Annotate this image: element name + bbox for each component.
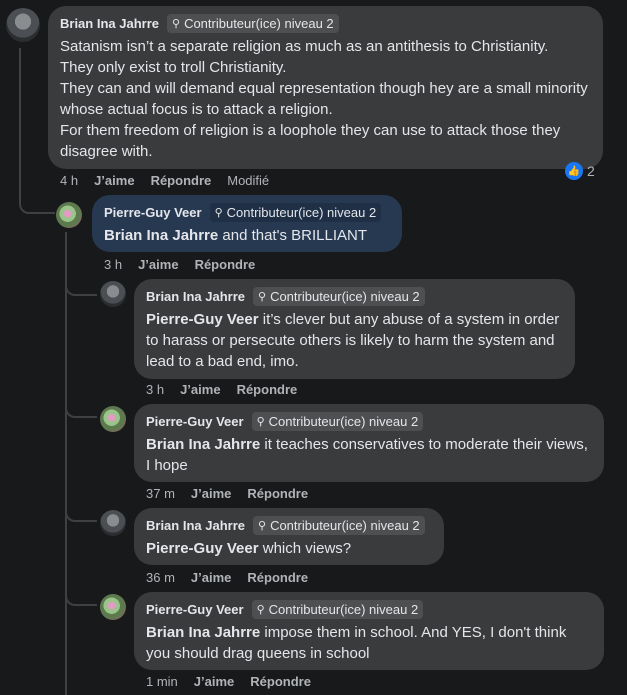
badge-icon: ⚲: [256, 604, 265, 616]
badge-label: Contributeur(ice) niveau 2: [226, 205, 377, 220]
comment-text: Pierre-Guy Veer which views?: [146, 538, 432, 559]
reply-button[interactable]: Répondre: [195, 257, 256, 272]
contributor-badge[interactable]: ⚲ Contributeur(ice) niveau 2: [253, 516, 425, 535]
badge-label: Contributeur(ice) niveau 2: [270, 289, 420, 304]
comment-actions: 1 min J’aime Répondre: [146, 674, 311, 689]
like-button[interactable]: J’aime: [194, 674, 234, 689]
comment-actions: 36 m J’aime Répondre: [146, 570, 308, 585]
mention-link[interactable]: Brian Ina Jahrre: [104, 227, 218, 244]
thread-connector: [65, 582, 97, 606]
comment-actions: 3 h J’aime Répondre: [104, 257, 255, 272]
comment-timestamp[interactable]: 3 h: [104, 257, 122, 272]
reply-button[interactable]: Répondre: [151, 173, 212, 188]
comment-actions: 3 h J’aime Répondre: [146, 382, 297, 397]
like-button[interactable]: J’aime: [94, 173, 134, 188]
comment-timestamp[interactable]: 4 h: [60, 173, 78, 188]
like-button[interactable]: J’aime: [138, 257, 178, 272]
thread-line-replies: [65, 232, 67, 695]
comment-author[interactable]: Brian Ina Jahrre: [146, 289, 245, 304]
comment-timestamp[interactable]: 1 min: [146, 674, 178, 689]
thread-connector: [19, 190, 55, 214]
reply-button[interactable]: Répondre: [247, 486, 308, 501]
thread-connector: [65, 270, 97, 296]
comment-text: Brian Ina Jahrre impose them in school. …: [146, 622, 592, 664]
comment-body: which views?: [258, 540, 352, 557]
mention-link[interactable]: Brian Ina Jahrre: [146, 436, 260, 453]
badge-label: Contributeur(ice) niveau 2: [268, 602, 419, 617]
comment-actions: 4 h J’aime Répondre Modifié: [60, 173, 269, 188]
mention-link[interactable]: Brian Ina Jahrre: [146, 624, 260, 641]
contributor-badge[interactable]: ⚲ Contributeur(ice) niveau 2: [209, 203, 382, 222]
comment-actions: 37 m J’aime Répondre: [146, 486, 308, 501]
like-button[interactable]: J’aime: [191, 486, 231, 501]
comment-bubble: Brian Ina Jahrre ⚲ Contributeur(ice) nive…: [134, 508, 444, 565]
contributor-badge[interactable]: ⚲ Contributeur(ice) niveau 2: [167, 14, 339, 33]
comment-bubble: Brian Ina Jahrre ⚲ Contributeur(ice) nive…: [134, 279, 575, 379]
comment-text: Satanism isn’t a separate religion as mu…: [60, 38, 588, 160]
avatar[interactable]: [100, 281, 126, 307]
mention-link[interactable]: Pierre-Guy Veer: [146, 540, 259, 557]
badge-icon: ⚲: [256, 416, 265, 428]
contributor-badge[interactable]: ⚲ Contributeur(ice) niveau 2: [253, 287, 425, 306]
thread-connector: [65, 390, 97, 418]
badge-icon: ⚲: [258, 291, 267, 303]
comment-text: Brian Ina Jahrre and that's BRILLIANT: [104, 225, 390, 246]
badge-icon: ⚲: [214, 207, 223, 219]
like-button[interactable]: J’aime: [180, 382, 220, 397]
mention-link[interactable]: Pierre-Guy Veer: [146, 311, 259, 328]
avatar[interactable]: [100, 406, 126, 432]
comment-bubble: Pierre-Guy Veer ⚲ Contributeur(ice) nivea…: [92, 195, 402, 252]
badge-label: Contributeur(ice) niveau 2: [184, 16, 334, 31]
badge-icon: ⚲: [172, 18, 181, 30]
comment-bubble: Pierre-Guy Veer ⚲ Contributeur(ice) nivea…: [134, 404, 604, 482]
avatar[interactable]: [100, 594, 126, 620]
comment-author[interactable]: Pierre-Guy Veer: [146, 602, 244, 617]
edited-label: Modifié: [227, 173, 270, 188]
comment-author[interactable]: Pierre-Guy Veer: [146, 414, 244, 429]
comment-timestamp[interactable]: 3 h: [146, 382, 164, 397]
badge-label: Contributeur(ice) niveau 2: [270, 518, 420, 533]
comment-body: and that's BRILLIANT: [218, 227, 367, 244]
avatar[interactable]: [100, 510, 126, 536]
reply-button[interactable]: Répondre: [237, 382, 298, 397]
reaction-summary[interactable]: 👍 2: [565, 162, 595, 180]
thread-line-main: [19, 48, 21, 198]
comment-timestamp[interactable]: 37 m: [146, 486, 175, 501]
like-button[interactable]: J’aime: [191, 570, 231, 585]
contributor-badge[interactable]: ⚲ Contributeur(ice) niveau 2: [251, 600, 424, 619]
comment-text: Pierre-Guy Veer it’s clever but any abus…: [146, 309, 563, 372]
avatar[interactable]: [6, 8, 40, 42]
thread-connector: [65, 500, 97, 522]
comment-bubble: Pierre-Guy Veer ⚲ Contributeur(ice) nivea…: [134, 592, 604, 670]
badge-icon: ⚲: [258, 520, 267, 532]
comment-bubble: Brian Ina Jahrre ⚲ Contributeur(ice) nive…: [48, 6, 603, 169]
comment-text: Brian Ina Jahrre it teaches conservative…: [146, 434, 592, 476]
avatar[interactable]: [56, 202, 82, 228]
comment-author[interactable]: Brian Ina Jahrre: [60, 16, 159, 31]
reaction-count: 2: [587, 163, 595, 179]
badge-label: Contributeur(ice) niveau 2: [268, 414, 419, 429]
comment-author[interactable]: Pierre-Guy Veer: [104, 205, 202, 220]
reply-button[interactable]: Répondre: [247, 570, 308, 585]
like-reaction-icon: 👍: [565, 162, 583, 180]
comment-timestamp[interactable]: 36 m: [146, 570, 175, 585]
contributor-badge[interactable]: ⚲ Contributeur(ice) niveau 2: [251, 412, 424, 431]
comment-author[interactable]: Brian Ina Jahrre: [146, 518, 245, 533]
reply-button[interactable]: Répondre: [250, 674, 311, 689]
